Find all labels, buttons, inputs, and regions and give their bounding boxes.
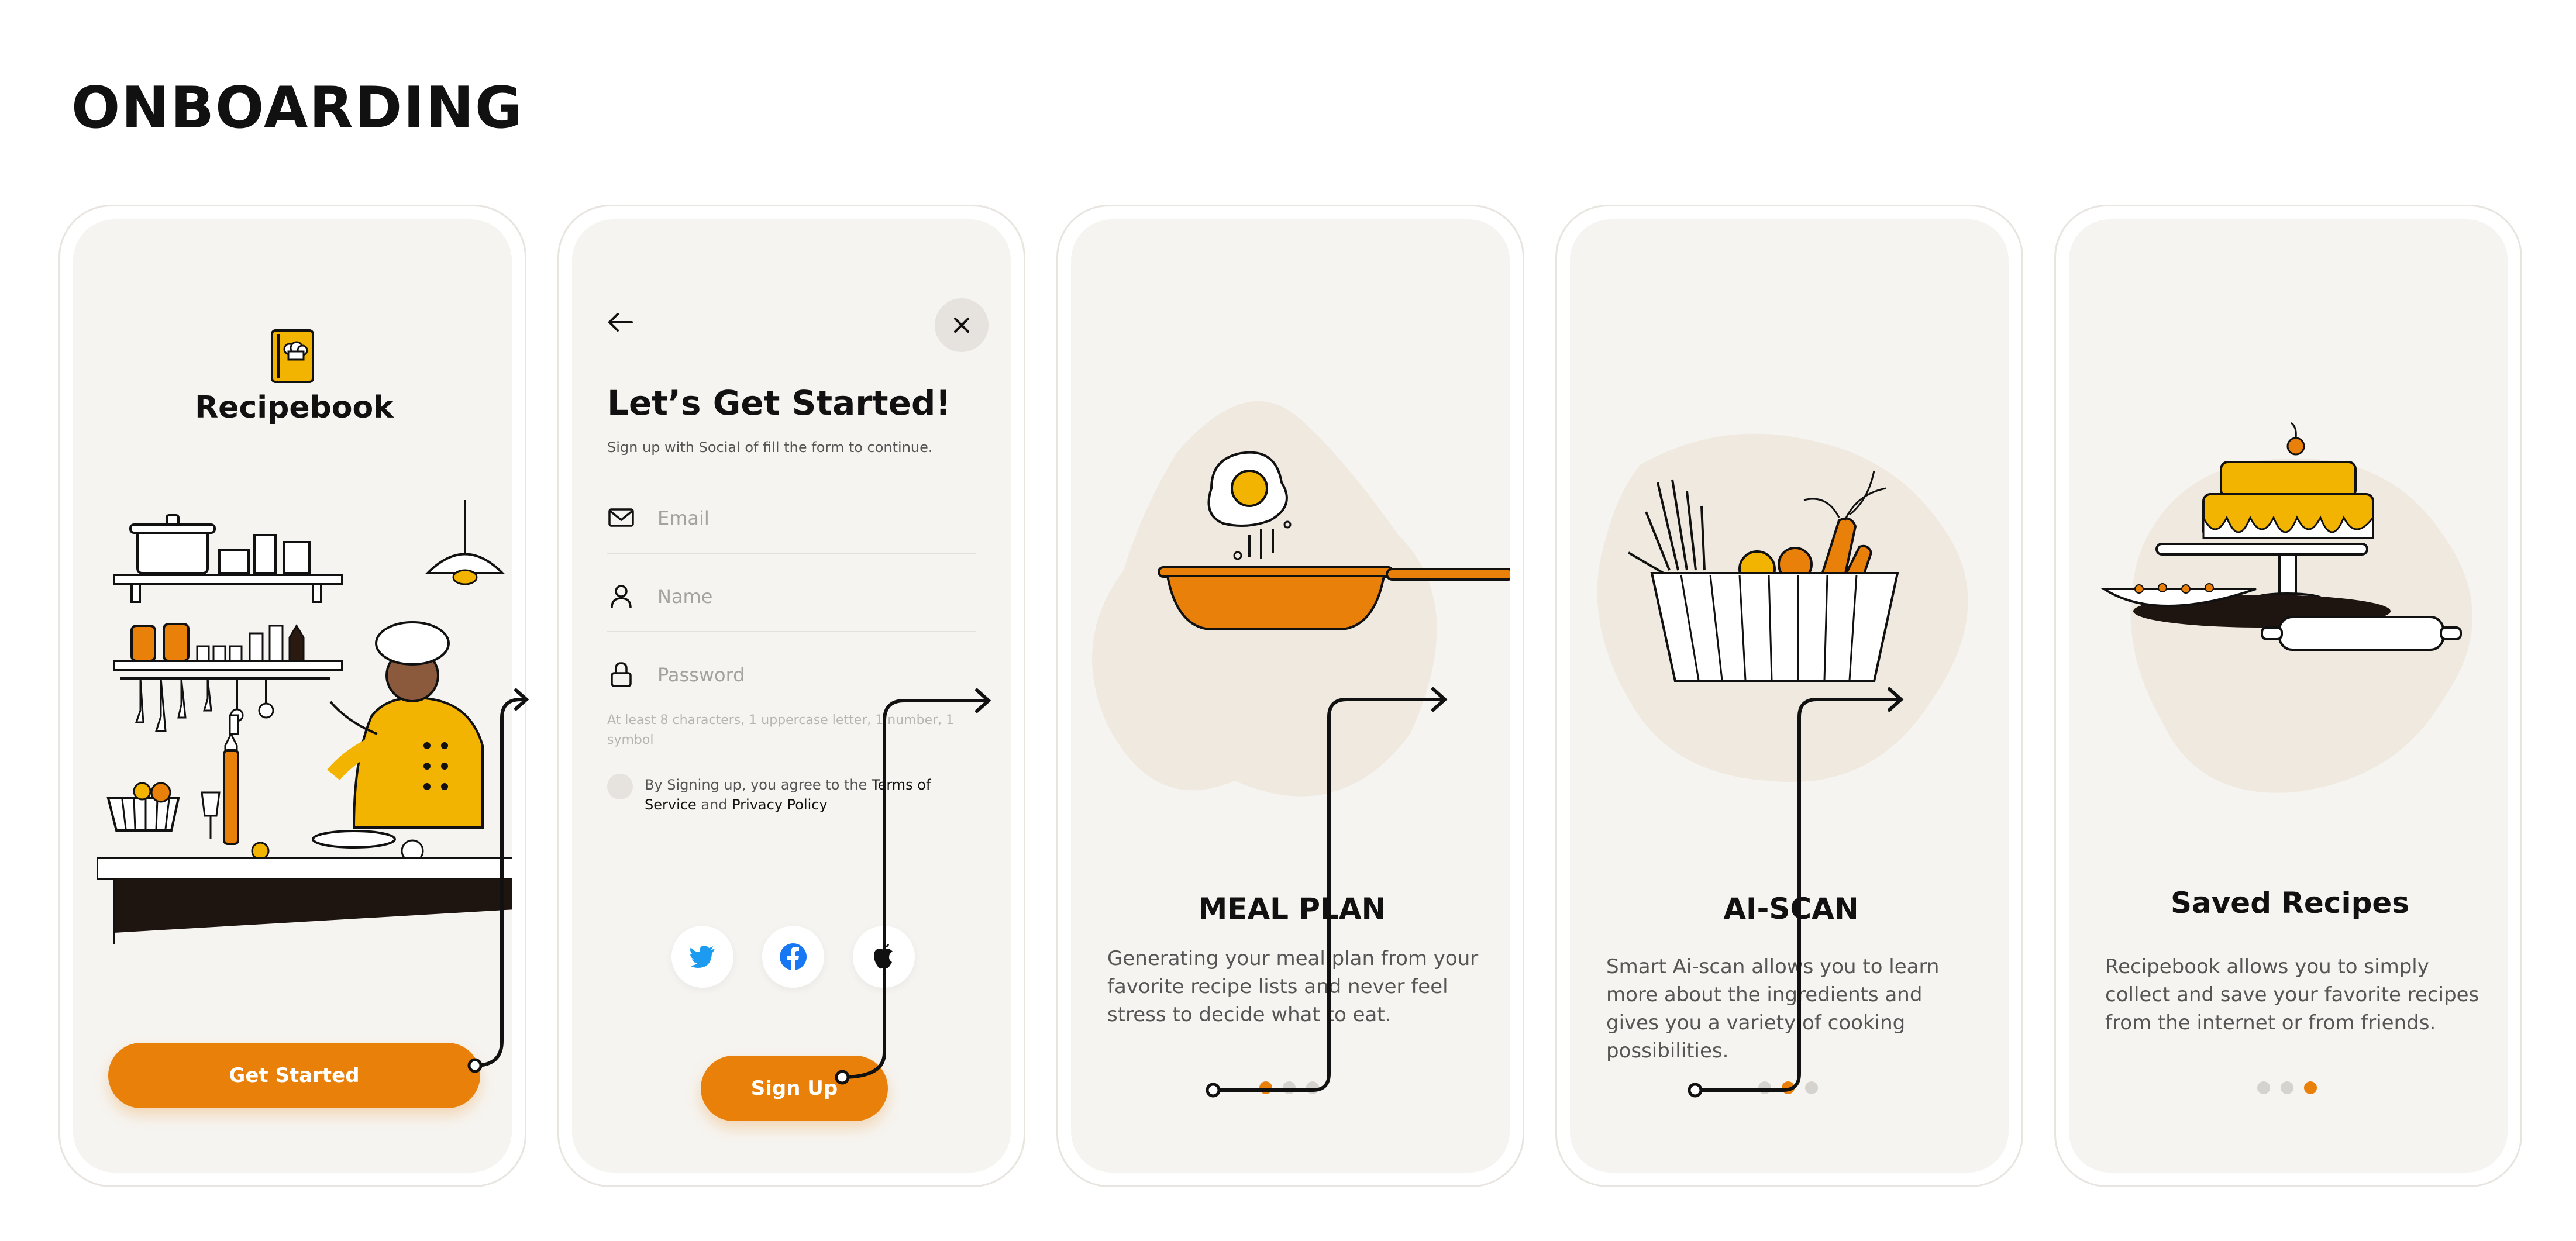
phone-ai-scan: AI-SCAN Smart Ai-scan allows you to lear… [1555, 205, 2023, 1187]
pagination-dots [1259, 1081, 1319, 1094]
name-field[interactable] [607, 561, 976, 632]
password-input[interactable] [656, 660, 963, 690]
saved-recipes-text: Recipebook allows you to simply collect … [2105, 955, 2479, 1035]
phone-welcome: Recipebook Get Started [58, 205, 526, 1187]
page-dot-3[interactable] [1306, 1081, 1319, 1094]
email-field[interactable] [607, 482, 976, 554]
facebook-icon [780, 943, 807, 970]
sign-up-button[interactable]: Sign Up [701, 1056, 888, 1121]
phone-meal-plan: MEAL PLAN Generating your meal plan from… [1056, 205, 1524, 1187]
screen-signup: Let’s Get Started! Sign up with Social o… [572, 219, 1011, 1173]
meal-plan-text: Generating your meal plan from your favo… [1107, 947, 1479, 1026]
lock-icon [611, 662, 632, 687]
page-dot-1[interactable] [1259, 1081, 1272, 1094]
saved-recipes-title: Saved Recipes [2170, 886, 2410, 920]
close-icon [954, 318, 969, 333]
twitter-icon [690, 946, 715, 968]
terms-text: By Signing up, you agree to the Terms of… [645, 775, 955, 815]
page-dot-1[interactable] [1758, 1081, 1771, 1094]
get-started-button[interactable]: Get Started [108, 1043, 480, 1108]
meal-plan-title: MEAL PLAN [1198, 892, 1386, 926]
screen-ai-scan: AI-SCAN Smart Ai-scan allows you to lear… [1570, 219, 2009, 1173]
pagination-dots [2257, 1081, 2317, 1094]
mail-icon [608, 508, 634, 527]
signup-subtitle: Sign up with Social of fill the form to … [607, 439, 933, 456]
screen-saved-recipes: Saved Recipes Recipebook allows you to s… [2069, 219, 2508, 1173]
page-dot-2[interactable] [1782, 1081, 1795, 1094]
page-dot-2[interactable] [2281, 1081, 2293, 1094]
twitter-button[interactable] [671, 926, 733, 988]
ai-scan-text: Smart Ai-scan allows you to learn more a… [1606, 955, 1940, 1063]
vegetable-basket-illustration [1597, 433, 1968, 782]
privacy-link[interactable]: Privacy Policy [732, 797, 828, 813]
page-title: ONBOARDING [71, 75, 524, 142]
page-dot-3[interactable] [1805, 1081, 1818, 1094]
screen-welcome: Recipebook Get Started [73, 219, 512, 1173]
phone-saved-recipes: Saved Recipes Recipebook allows you to s… [2054, 205, 2522, 1187]
page-dot-2[interactable] [1283, 1081, 1296, 1094]
chef-kitchen-illustration [97, 500, 512, 944]
facebook-button[interactable] [762, 926, 824, 988]
brand-name: Recipebook [195, 390, 394, 425]
apple-icon [874, 944, 893, 969]
password-hint: At least 8 characters, 1 uppercase lette… [607, 713, 955, 747]
apple-button[interactable] [853, 926, 915, 988]
ai-scan-title: AI-SCAN [1723, 892, 1859, 926]
signup-title: Let’s Get Started! [607, 383, 951, 423]
terms-checkbox[interactable] [607, 774, 633, 799]
page-dot-3[interactable] [2304, 1081, 2317, 1094]
cake-stand-illustration [2100, 422, 2472, 793]
name-input[interactable] [656, 582, 963, 611]
frying-pan-egg-illustration [1092, 401, 1510, 797]
screen-meal-plan: MEAL PLAN Generating your meal plan from… [1071, 219, 1510, 1173]
terms-prefix: By Signing up, you agree to the [645, 777, 872, 793]
password-field[interactable] [607, 639, 976, 709]
close-button[interactable] [935, 298, 989, 352]
phone-signup: Let’s Get Started! Sign up with Social o… [557, 205, 1025, 1187]
pagination-dots [1758, 1081, 1818, 1094]
page-dot-1[interactable] [2257, 1081, 2270, 1094]
terms-and: and [696, 797, 732, 813]
user-icon [611, 585, 632, 608]
recipebook-logo-icon [271, 329, 314, 383]
arrow-left-icon[interactable] [607, 312, 633, 337]
email-input[interactable] [656, 504, 963, 533]
